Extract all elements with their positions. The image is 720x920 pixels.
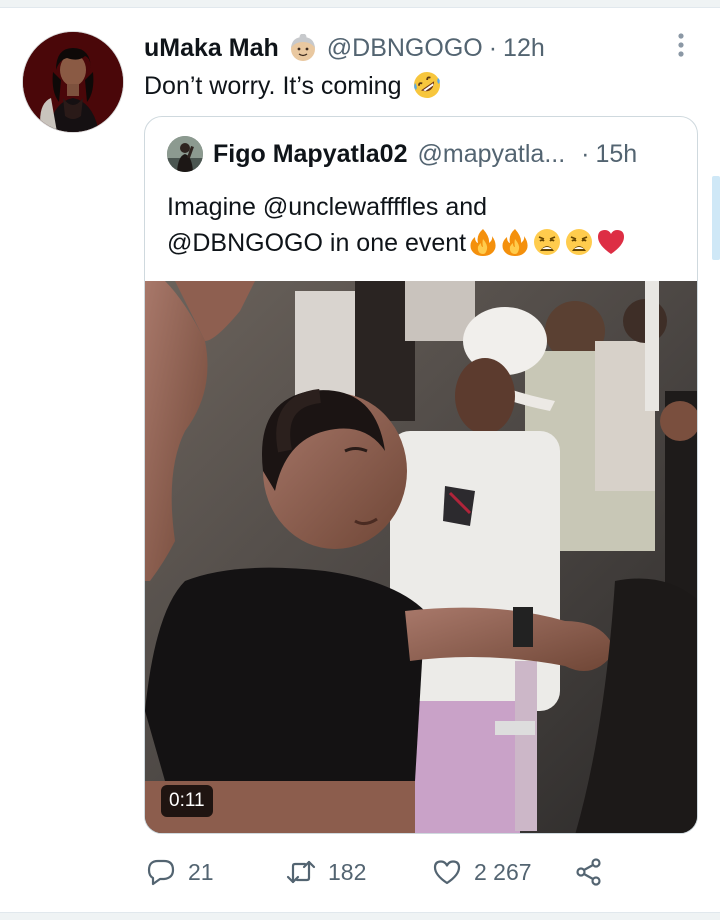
- quoted-text-line-1: Imagine @unclewaffffles and: [167, 193, 488, 221]
- quoted-tweet-timestamp[interactable]: 15h: [595, 140, 637, 169]
- reply-count: 21: [188, 858, 214, 885]
- retweet-button[interactable]: 182: [286, 852, 366, 892]
- like-count: 2 267: [474, 858, 532, 885]
- quoted-avatar-photo: [167, 136, 203, 172]
- quoted-tweet-text: Imagine @unclewaffffles and @DBNGOGO in …: [167, 189, 687, 261]
- quoted-text-line-2-wrapper: @DBNGOGO in one event: [167, 225, 687, 261]
- share-icon: [576, 858, 601, 886]
- author-handle[interactable]: @DBNGOGO: [327, 34, 483, 63]
- adjacent-card-edge: [712, 176, 720, 260]
- reply-icon: [147, 859, 175, 886]
- quoted-tweet-header: Figo Mapyatla02 @mapyatla... · 15h: [167, 135, 637, 173]
- retweet-count: 182: [328, 858, 367, 885]
- quoted-author-name[interactable]: Figo Mapyatla02: [213, 140, 408, 169]
- separator-dot: ·: [488, 33, 498, 62]
- like-button[interactable]: 2 267: [432, 852, 532, 892]
- quoted-author-handle[interactable]: @mapyatla...: [418, 140, 566, 169]
- older-woman-emoji-icon: [290, 34, 315, 61]
- retweet-icon: [286, 860, 316, 884]
- avatar-photo: [23, 32, 123, 132]
- bottom-divider: [0, 912, 720, 920]
- quoted-separator-dot: ·: [581, 139, 590, 168]
- like-icon: [433, 860, 461, 885]
- tweet-header: uMaka Mah @DBNGOGO · 12h: [144, 30, 545, 66]
- video-duration: 0:11: [169, 790, 205, 811]
- quoted-author-avatar[interactable]: [167, 136, 203, 172]
- tweet-text: Don’t worry. It’s coming: [144, 68, 442, 104]
- tweet-action-bar: 21 182 2 267: [144, 852, 624, 892]
- author-avatar[interactable]: [22, 31, 124, 133]
- top-divider: [0, 0, 720, 8]
- video-frame: [145, 281, 697, 833]
- rolling-on-floor-laughing-emoji-icon: [414, 72, 441, 98]
- red-heart-emoji-icon: [598, 230, 625, 254]
- video-player[interactable]: 0:11: [145, 281, 697, 833]
- weary-face-emoji-icon: [534, 229, 561, 255]
- quoted-tweet-card[interactable]: Figo Mapyatla02 @mapyatla... · 15h Imagi…: [144, 116, 698, 834]
- tweet-timestamp[interactable]: 12h: [503, 34, 545, 63]
- tweet-text-content: Don’t worry. It’s coming: [144, 72, 402, 100]
- author-name[interactable]: uMaka Mah: [144, 34, 279, 63]
- fire-emoji-icon: [502, 229, 528, 256]
- weary-face-emoji-icon: [566, 229, 593, 255]
- reply-button[interactable]: 21: [146, 852, 214, 892]
- share-button[interactable]: [574, 852, 616, 892]
- vertical-ellipsis-icon[interactable]: [669, 30, 693, 60]
- fire-emoji-icon: [470, 229, 496, 256]
- quoted-text-line-2: @DBNGOGO in one event: [167, 229, 467, 257]
- video-duration-badge: 0:11: [161, 785, 213, 817]
